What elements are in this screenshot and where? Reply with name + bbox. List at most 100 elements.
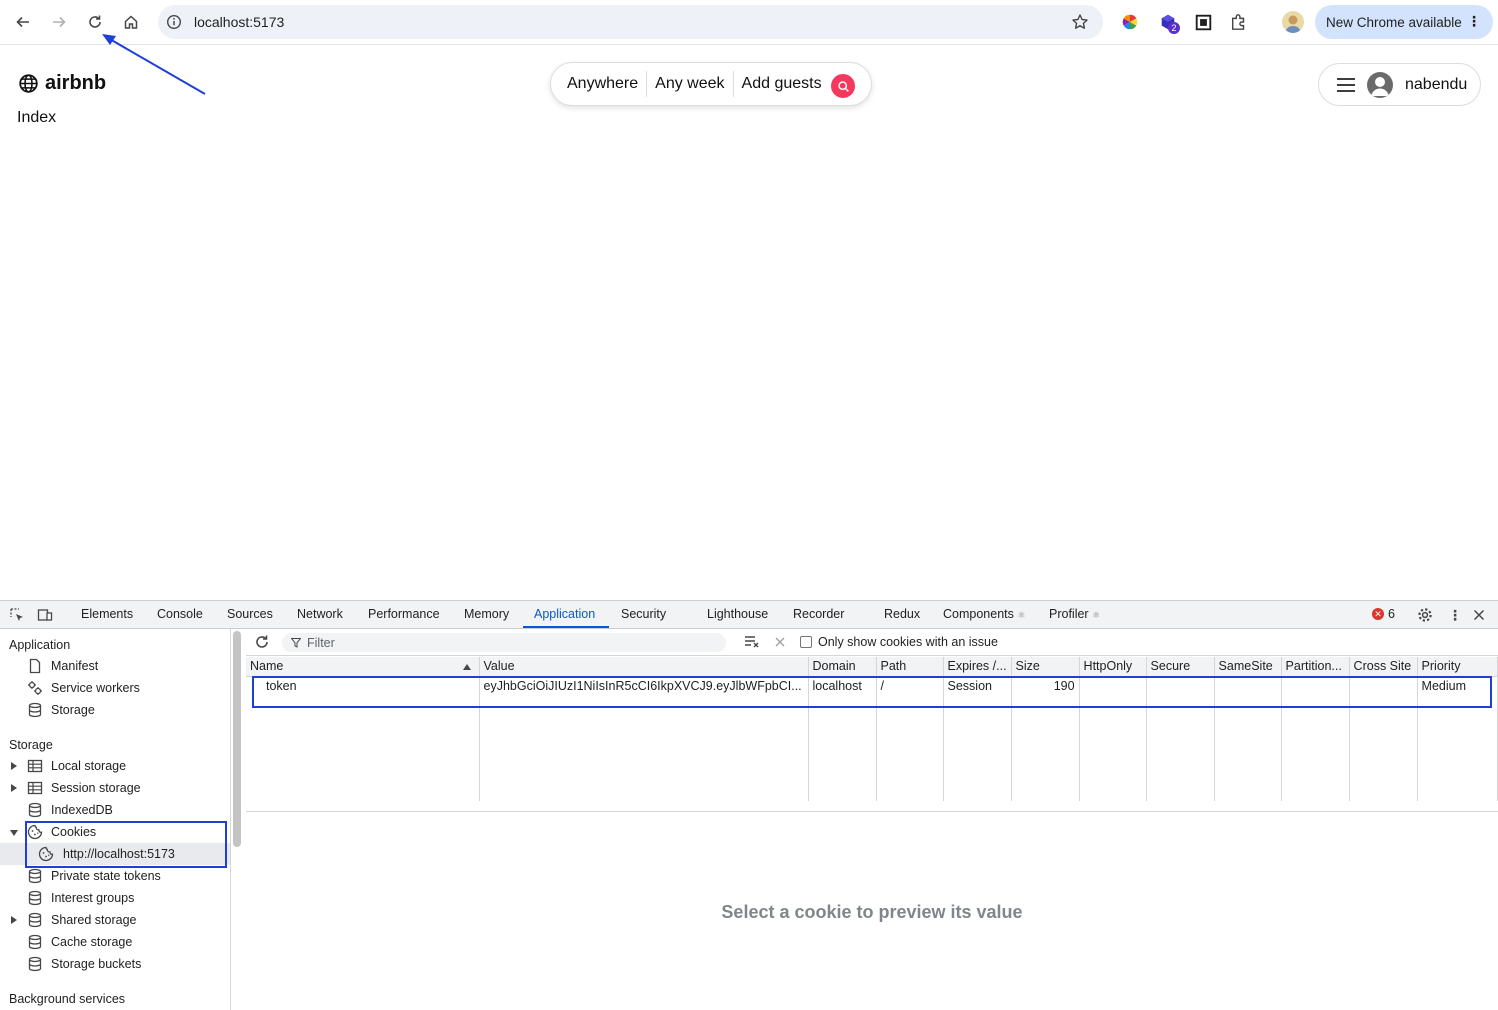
sidebar-item-label: Cache storage xyxy=(51,935,133,949)
cell-cross-site[interactable] xyxy=(1349,676,1418,697)
column-header-httponly[interactable]: HttpOnly xyxy=(1079,657,1147,677)
site-logo[interactable]: airbnb xyxy=(18,72,106,95)
tab-redux[interactable]: Redux xyxy=(884,607,920,621)
column-header-secure[interactable]: Secure xyxy=(1146,657,1215,677)
cell-secure[interactable] xyxy=(1146,676,1215,697)
sidebar-item-private-state-tokens[interactable]: Private state tokens xyxy=(0,865,230,887)
screen-extension-icon[interactable] xyxy=(1193,12,1213,32)
browser-toolbar: localhost:5173 2 New Chrome available ⋮ xyxy=(0,0,1498,45)
column-header-path[interactable]: Path xyxy=(876,657,944,677)
puzzle-extensions-icon[interactable] xyxy=(1229,12,1249,32)
site-info-icon[interactable] xyxy=(166,14,182,30)
close-devtools-icon[interactable] xyxy=(1471,607,1487,623)
table-row[interactable]: token eyJhbGciOiJIUzI1NiIsInR5cCI6IkpXVC… xyxy=(246,676,1498,697)
bookmark-star-icon[interactable] xyxy=(1071,13,1089,31)
globe-icon xyxy=(19,74,38,93)
expand-arrow-icon[interactable] xyxy=(11,762,17,770)
search-button[interactable] xyxy=(831,74,855,98)
sidebar-item-cookie-origin[interactable]: http://localhost:5173 xyxy=(0,843,230,865)
column-header-value[interactable]: Value xyxy=(479,657,809,677)
cell-name[interactable]: token xyxy=(246,676,480,697)
cell-size[interactable]: 190 xyxy=(1011,676,1080,697)
address-bar[interactable]: localhost:5173 xyxy=(158,5,1103,39)
device-toolbar-icon[interactable] xyxy=(37,607,53,623)
sidebar-item-interest-groups[interactable]: Interest groups xyxy=(0,887,230,909)
error-count-badge[interactable]: ✕ 6 xyxy=(1372,607,1395,621)
clear-all-cookies-icon[interactable] xyxy=(744,635,760,649)
cell-priority[interactable]: Medium xyxy=(1417,676,1498,697)
search-where[interactable]: Anywhere xyxy=(567,75,646,93)
column-header-size[interactable]: Size xyxy=(1011,657,1080,677)
profile-avatar-icon[interactable] xyxy=(1282,11,1304,33)
tab-lighthouse[interactable]: Lighthouse xyxy=(707,607,768,621)
search-bar[interactable]: Anywhere Any week Add guests xyxy=(550,62,872,106)
arrow-right-icon xyxy=(53,16,66,28)
tab-application[interactable]: Application xyxy=(534,607,595,621)
sidebar-item-cache-storage[interactable]: Cache storage xyxy=(0,931,230,953)
refresh-icon[interactable] xyxy=(254,634,270,650)
sidebar-item-session-storage[interactable]: Session storage xyxy=(0,777,230,799)
more-options-icon[interactable]: ⋮ xyxy=(1448,607,1462,623)
tab-network[interactable]: Network xyxy=(297,607,343,621)
search-when[interactable]: Any week xyxy=(647,75,732,93)
back-button[interactable] xyxy=(12,11,34,33)
tab-components[interactable]: Components ⚛ xyxy=(943,607,1025,621)
cube-extension-icon[interactable]: 2 xyxy=(1158,12,1180,34)
home-button[interactable] xyxy=(120,11,142,33)
cell-samesite[interactable] xyxy=(1214,676,1282,697)
cell-expires[interactable]: Session xyxy=(943,676,1012,697)
sidebar-item-service-workers[interactable]: Service workers xyxy=(0,677,230,699)
filter-input[interactable]: Filter xyxy=(282,633,726,652)
cell-httponly[interactable] xyxy=(1079,676,1147,697)
column-header-samesite[interactable]: SameSite xyxy=(1214,657,1282,677)
collapse-arrow-icon[interactable] xyxy=(10,830,18,836)
tab-profiler[interactable]: Profiler ⚛ xyxy=(1049,607,1100,621)
delete-selected-icon[interactable] xyxy=(774,636,786,648)
table-header-row: Name Value Domain Path Expires /... Size… xyxy=(246,657,1498,677)
tab-memory[interactable]: Memory xyxy=(464,607,509,621)
update-chrome-button[interactable]: New Chrome available ⋮ xyxy=(1315,5,1493,39)
column-header-name[interactable]: Name xyxy=(246,657,480,677)
cookie-icon xyxy=(38,846,54,862)
column-header-priority[interactable]: Priority xyxy=(1417,657,1498,677)
error-count: 6 xyxy=(1388,607,1395,621)
sidebar-item-local-storage[interactable]: Local storage xyxy=(0,755,230,777)
settings-gear-icon[interactable] xyxy=(1417,607,1433,623)
search-who[interactable]: Add guests xyxy=(734,75,830,93)
filter-funnel-icon xyxy=(291,638,301,648)
tab-elements[interactable]: Elements xyxy=(81,607,133,621)
user-name: nabendu xyxy=(1405,75,1468,93)
sidebar-item-shared-storage[interactable]: Shared storage xyxy=(0,909,230,931)
tab-recorder[interactable]: Recorder xyxy=(793,607,844,621)
inspect-element-icon[interactable] xyxy=(9,607,25,623)
expand-arrow-icon[interactable] xyxy=(11,916,17,924)
tab-sources[interactable]: Sources xyxy=(227,607,273,621)
color-extension-icon[interactable] xyxy=(1120,12,1140,32)
tab-console[interactable]: Console xyxy=(157,607,203,621)
tab-performance[interactable]: Performance xyxy=(368,607,440,621)
more-menu-icon[interactable]: ⋮ xyxy=(1467,13,1481,29)
sidebar-item-storage-buckets[interactable]: Storage buckets xyxy=(0,953,230,975)
sidebar-item-storage[interactable]: Storage xyxy=(0,699,230,721)
sidebar-scrollbar[interactable] xyxy=(233,631,241,847)
tab-security[interactable]: Security xyxy=(621,607,666,621)
cell-partition[interactable] xyxy=(1281,676,1350,697)
only-issues-checkbox[interactable]: Only show cookies with an issue xyxy=(800,635,998,649)
checkbox-box[interactable] xyxy=(800,636,812,648)
column-header-domain[interactable]: Domain xyxy=(808,657,877,677)
arrow-left-icon xyxy=(16,16,29,28)
sidebar-item-cookies[interactable]: Cookies xyxy=(0,821,230,843)
cell-value[interactable]: eyJhbGciOiJIUzI1NiIsInR5cCI6IkpXVCJ9.eyJ… xyxy=(479,676,809,697)
user-menu-button[interactable]: nabendu xyxy=(1318,63,1481,106)
forward-button[interactable] xyxy=(48,11,70,33)
sidebar-item-indexeddb[interactable]: IndexedDB xyxy=(0,799,230,821)
cell-domain[interactable]: localhost xyxy=(808,676,877,697)
expand-arrow-icon[interactable] xyxy=(11,784,17,792)
column-header-partition[interactable]: Partition... xyxy=(1281,657,1350,677)
column-header-expires[interactable]: Expires /... xyxy=(943,657,1012,677)
reload-button[interactable] xyxy=(84,11,106,33)
sidebar-item-manifest[interactable]: Manifest xyxy=(0,655,230,677)
cell-path[interactable]: / xyxy=(876,676,944,697)
column-header-cross-site[interactable]: Cross Site xyxy=(1349,657,1418,677)
url-text[interactable]: localhost:5173 xyxy=(194,14,284,30)
